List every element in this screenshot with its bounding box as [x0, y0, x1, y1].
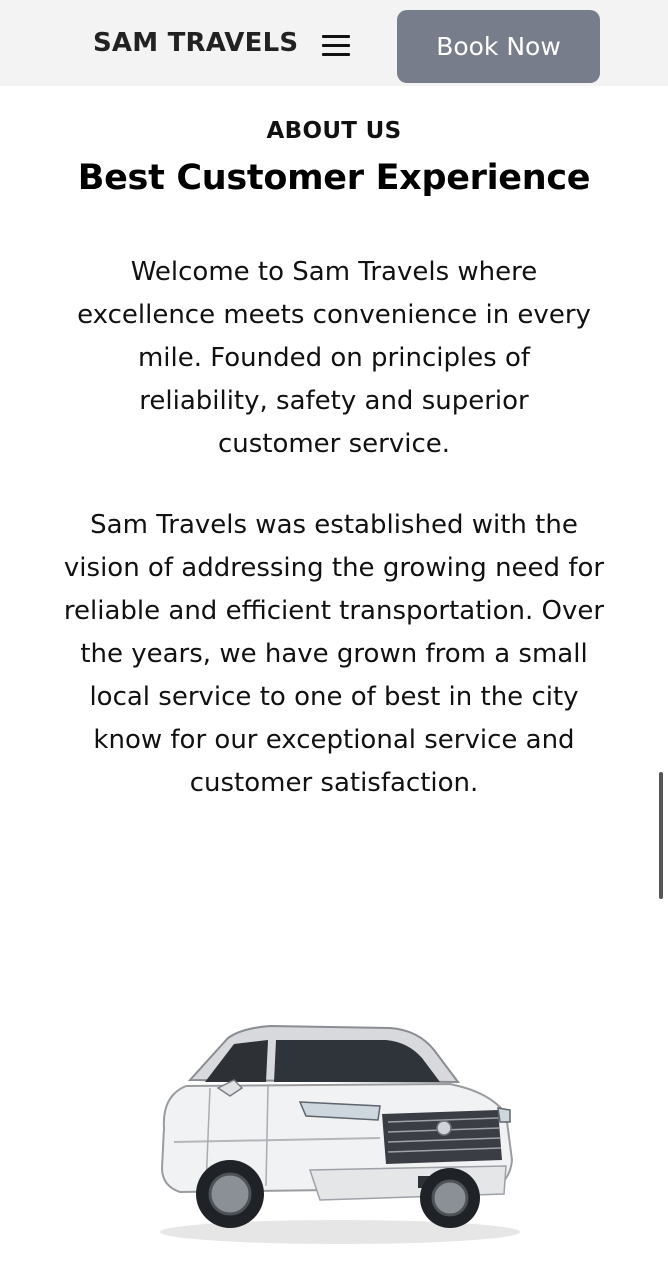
menu-bar-line [322, 44, 350, 47]
top-header: SAM TRAVELS Book Now [0, 0, 668, 86]
section-title: Best Customer Experience [77, 158, 591, 198]
menu-bar-line [322, 53, 350, 56]
scrollbar-thumb[interactable] [659, 772, 663, 899]
about-paragraph-2: Sam Travels was established with the vis… [63, 510, 605, 798]
page: SAM TRAVELS Book Now ABOUT US Best Custo… [0, 0, 668, 1280]
about-paragraph-1: Welcome to Sam Travels where excellence … [77, 257, 591, 459]
book-now-button[interactable]: Book Now [397, 10, 600, 83]
menu-bar-line [322, 35, 350, 38]
white-suv-car-image [160, 1024, 520, 1244]
brand-logo-text[interactable]: SAM TRAVELS [93, 28, 298, 58]
hamburger-menu-icon[interactable] [320, 33, 352, 59]
section-label: ABOUT US [266, 118, 402, 144]
